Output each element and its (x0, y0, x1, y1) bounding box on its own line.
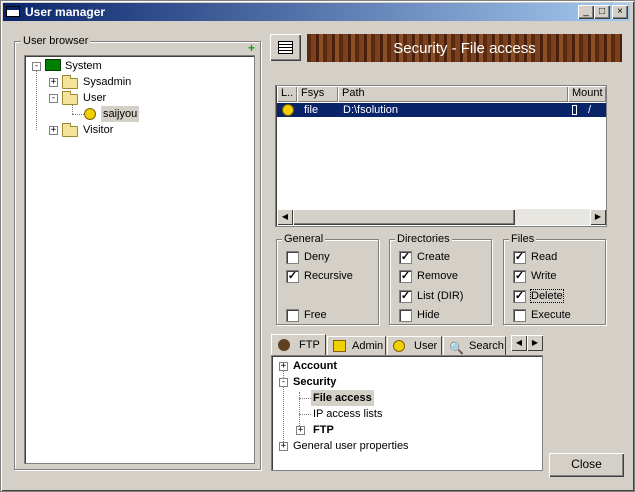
general-label: General (282, 233, 326, 245)
tree-item-saijyou[interactable]: saijyou (101, 106, 140, 122)
directories-group: Directories ✓ Create ✓ Remove ✓ List (DI… (389, 233, 492, 325)
read-checkbox[interactable]: ✓ (513, 251, 526, 264)
tree-item-file-access[interactable]: File access (311, 390, 374, 406)
horizontal-scrollbar[interactable]: ◀ ▶ (277, 209, 606, 225)
tab-user[interactable]: User (387, 336, 442, 355)
tree-item-ftp[interactable]: FTP (313, 422, 334, 438)
recursive-label: Recursive (304, 270, 353, 282)
tree-item-general-user-properties[interactable]: General user properties (293, 438, 409, 454)
expand-sysadmin-icon[interactable]: + (49, 78, 58, 87)
collapse-user-icon[interactable]: - (49, 94, 58, 103)
app-icon (6, 6, 20, 17)
tab-ftp-label: FTP (299, 339, 320, 351)
scroll-right-icon[interactable]: ▶ (590, 209, 606, 225)
tab-user-label: User (414, 340, 438, 352)
read-label: Read (531, 251, 558, 263)
drive-icon (572, 105, 577, 115)
tree-item-ip-access-lists[interactable]: IP access lists (313, 406, 383, 422)
folder-icon (62, 75, 78, 89)
deny-checkbox[interactable] (286, 251, 299, 264)
deny-label: Deny (304, 251, 330, 263)
tree-line (72, 114, 84, 115)
tab-admin[interactable]: Admin (327, 336, 386, 355)
column-header-fsys[interactable]: Fsys (297, 86, 338, 102)
create-checkbox[interactable]: ✓ (399, 251, 412, 264)
hide-label: Hide (417, 309, 440, 321)
title-bar[interactable]: User manager _ □ × (3, 3, 630, 21)
admin-icon (333, 340, 346, 352)
user-smiley-icon (393, 340, 405, 352)
user-browser-label: User browser (21, 35, 91, 47)
tab-admin-label: Admin (352, 340, 384, 352)
tree-item-security[interactable]: Security (293, 374, 336, 390)
expand-ftp-icon[interactable]: + (296, 426, 305, 435)
scroll-left-icon[interactable]: ◀ (277, 209, 293, 225)
expand-visitor-icon[interactable]: + (49, 126, 58, 135)
free-checkbox[interactable] (286, 309, 299, 322)
write-checkbox[interactable]: ✓ (513, 270, 526, 283)
user-smiley-icon (282, 104, 294, 116)
folder-open-icon (62, 91, 78, 105)
tree-item-sysadmin[interactable]: Sysadmin (83, 74, 131, 90)
tree-item-system[interactable]: System (65, 58, 102, 74)
row-mount: / (588, 104, 592, 116)
tab-ftp[interactable]: FTP (271, 334, 326, 355)
execute-label: Execute (531, 309, 571, 321)
general-group: General Deny ✓ Recursive Free (276, 233, 379, 325)
banner: Security - File access (307, 34, 622, 62)
files-group: Files ✓ Read ✓ Write ✓ Delete Execute (503, 233, 606, 325)
column-header-l[interactable]: L.. (277, 86, 297, 102)
execute-checkbox[interactable] (513, 309, 526, 322)
row-path: D:\fsolution (343, 104, 399, 116)
scroll-thumb[interactable] (293, 209, 515, 225)
column-header-mount[interactable]: Mount (568, 86, 606, 102)
free-label: Free (304, 309, 327, 321)
user-smiley-icon (84, 108, 96, 120)
recursive-checkbox[interactable]: ✓ (286, 270, 299, 283)
list-dir-label: List (DIR) (417, 290, 464, 302)
collapse-system-icon[interactable]: - (32, 62, 41, 71)
file-access-list[interactable]: L.. Fsys Path Mount file D:\fsolution / … (275, 85, 607, 227)
list-view-icon (278, 41, 293, 54)
close-button[interactable]: Close (549, 453, 624, 477)
delete-checkbox[interactable]: ✓ (513, 290, 526, 303)
banner-title: Security - File access (393, 40, 536, 57)
expand-general-icon[interactable]: + (279, 442, 288, 451)
tree-item-account[interactable]: Account (293, 358, 337, 374)
ftp-icon (278, 339, 290, 351)
list-dir-checkbox[interactable]: ✓ (399, 290, 412, 303)
remove-label: Remove (417, 270, 458, 282)
add-user-icon[interactable]: + (248, 42, 256, 54)
table-row[interactable]: file D:\fsolution / (277, 103, 606, 117)
write-label: Write (531, 270, 557, 282)
hide-checkbox[interactable] (399, 309, 412, 322)
settings-tree[interactable]: + Account - Security File access IP acce… (271, 355, 543, 471)
maximize-button[interactable]: □ (594, 5, 610, 19)
folder-icon (62, 123, 78, 137)
tree-line (36, 66, 37, 130)
tree-item-visitor[interactable]: Visitor (83, 122, 113, 138)
minimize-button[interactable]: _ (578, 5, 594, 19)
tab-search-label: Search (469, 340, 504, 352)
expand-account-icon[interactable]: + (279, 362, 288, 371)
row-fsys: file (304, 104, 319, 116)
window-title: User manager (25, 5, 106, 19)
computer-icon (45, 59, 61, 71)
close-window-button[interactable]: × (612, 5, 628, 19)
view-list-button[interactable] (270, 34, 301, 61)
tree-line (299, 398, 311, 399)
tab-scroll-right-icon[interactable]: ▶ (527, 335, 543, 351)
tab-search[interactable]: 🔍 Search (443, 336, 506, 355)
create-label: Create (417, 251, 451, 263)
delete-label: Delete (530, 289, 564, 303)
remove-checkbox[interactable]: ✓ (399, 270, 412, 283)
tab-scroll-left-icon[interactable]: ◀ (511, 335, 527, 351)
user-tree[interactable]: - System + Sysadmin - User saijyou + Vis… (24, 55, 255, 464)
column-header-path[interactable]: Path (338, 86, 568, 102)
files-label: Files (509, 233, 537, 245)
tree-item-user[interactable]: User (83, 90, 106, 106)
tree-line (299, 414, 311, 415)
collapse-security-icon[interactable]: - (279, 378, 288, 387)
directories-label: Directories (395, 233, 452, 245)
